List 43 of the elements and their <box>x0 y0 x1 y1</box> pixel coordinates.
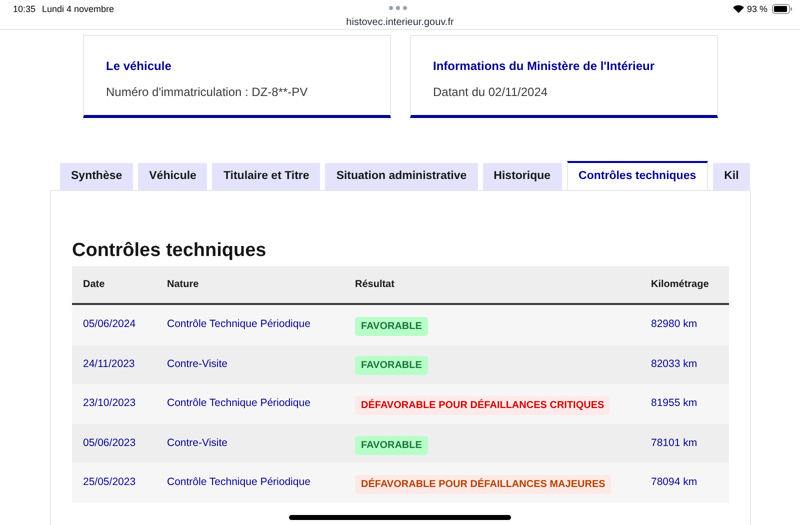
more-icon[interactable] <box>389 6 407 10</box>
result-badge: FAVORABLE <box>355 436 428 455</box>
status-date: Lundi 4 novembre <box>42 3 114 16</box>
table-cell-text: Contrôle Technique Périodique <box>166 475 312 490</box>
table-cell-text: Contre-Visite <box>166 436 228 451</box>
tab[interactable]: Kil <box>713 163 750 190</box>
table-cell-text: 23/10/2023 <box>82 396 137 412</box>
card-text: Datant du 02/11/2024 <box>433 84 549 101</box>
result-badge: FAVORABLE <box>355 316 428 336</box>
table-cell-text: Contrôle Technique Périodique <box>166 316 312 332</box>
url-text[interactable]: histovec.interieur.gouv.fr <box>320 15 480 30</box>
card-title: Le véhicule <box>106 58 172 75</box>
tab[interactable]: Contrôles techniques <box>566 161 708 190</box>
result-badge: DÉFAVORABLE POUR DÉFAILLANCES MAJEURES <box>355 475 612 494</box>
result-badge: FAVORABLE <box>355 356 428 376</box>
card-text: Numéro d'immatriculation : DZ-8**-PV <box>106 84 309 101</box>
table-cell-text: 81955 km <box>650 396 698 412</box>
card-title: Informations du Ministère de l'Intérieur <box>433 58 656 75</box>
battery-icon <box>772 4 792 14</box>
column-header: Résultat <box>354 278 396 292</box>
table-cell-text: 82033 km <box>650 356 698 372</box>
tab[interactable]: Véhicule <box>138 163 208 190</box>
table-cell-text: Contrôle Technique Périodique <box>166 396 312 412</box>
result-badge: DÉFAVORABLE POUR DÉFAILLANCES CRITIQUES <box>355 396 610 415</box>
tab[interactable]: Titulaire et Titre <box>212 163 320 190</box>
status-time: 10:35 <box>13 3 36 16</box>
column-header: Date <box>82 278 106 292</box>
table-cell-text: 24/11/2023 <box>82 356 136 372</box>
tab[interactable]: Synthèse <box>60 163 134 190</box>
tab[interactable]: Historique <box>482 163 562 190</box>
table-cell-text: 25/05/2023 <box>82 475 137 490</box>
tab[interactable]: Situation administrative <box>325 163 478 190</box>
table-cell-text: 78101 km <box>650 436 698 451</box>
column-header: Nature <box>166 278 200 292</box>
wifi-icon <box>733 5 744 13</box>
table-cell-text: 05/06/2024 <box>82 316 137 332</box>
battery-percent: 93 % <box>747 3 768 16</box>
table-cell-text: 05/06/2023 <box>82 436 137 451</box>
table-cell-text: Contre-Visite <box>166 356 228 372</box>
section-title: Contrôles techniques <box>72 239 268 263</box>
table-cell-text: 82980 km <box>650 316 698 332</box>
column-header: Kilométrage <box>650 278 710 292</box>
table-cell-text: 78094 km <box>650 475 698 490</box>
